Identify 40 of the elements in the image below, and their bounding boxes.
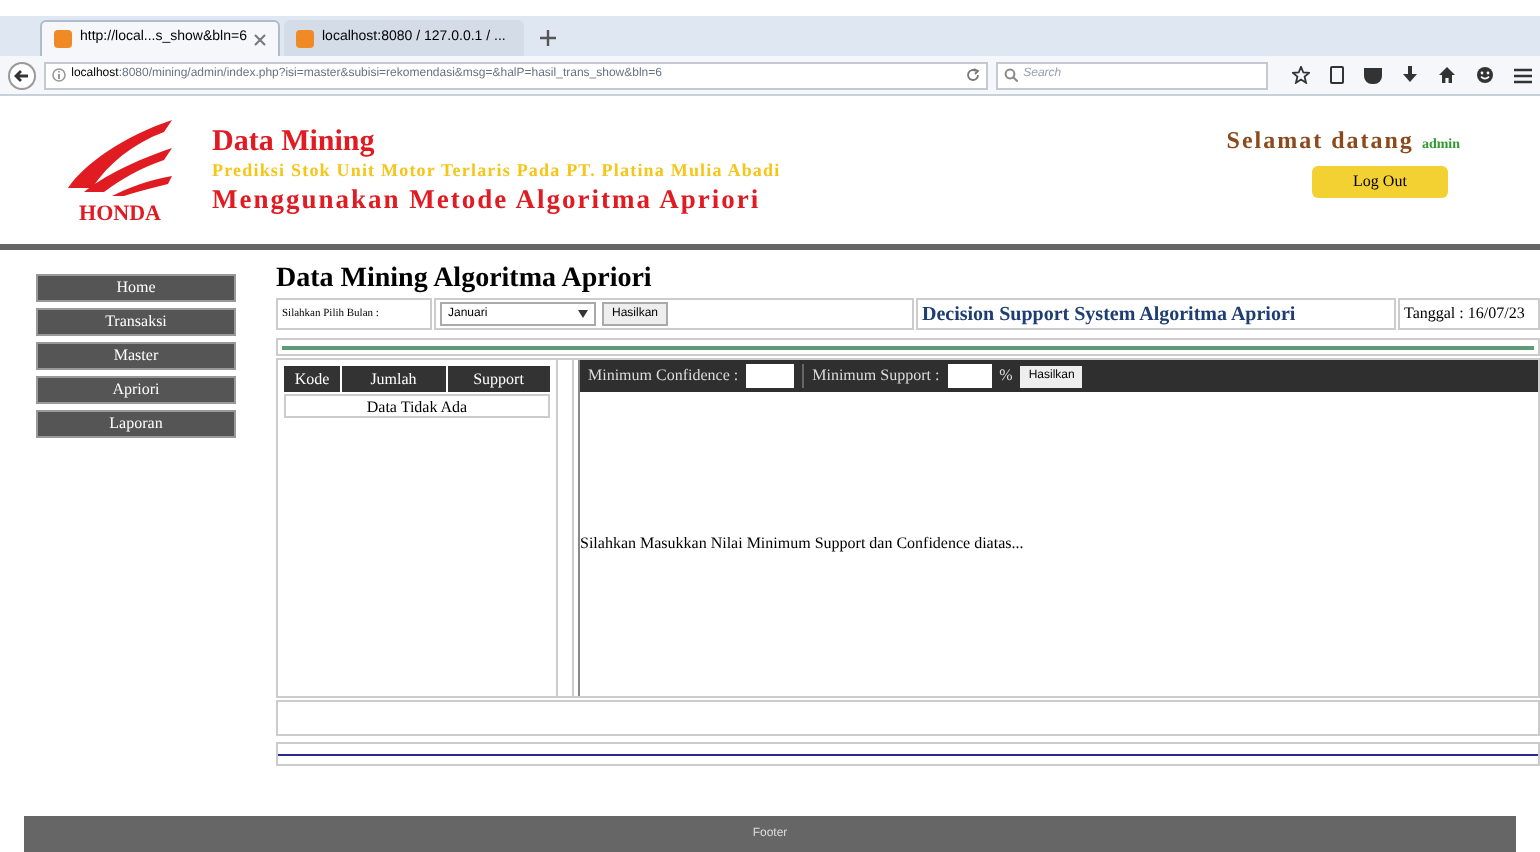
- search-icon: [1003, 68, 1018, 82]
- sidebar-item[interactable]: Master: [36, 342, 236, 370]
- date-text: Tanggal : 16/07/23: [1398, 298, 1540, 330]
- info-icon: [51, 68, 66, 82]
- instruction-text: Silahkan Masukkan Nilai Minimum Support dan Confidence diatas...: [580, 532, 1024, 556]
- support-label: Minimum Support :: [802, 364, 940, 388]
- bookmark-star-icon[interactable]: [1292, 66, 1310, 84]
- logo-text: HONDA: [79, 203, 161, 225]
- download-icon[interactable]: [1402, 66, 1418, 84]
- welcome-text: Selamat datang: [1226, 124, 1414, 158]
- page-heading: Data Mining Algoritma Apriori: [276, 266, 654, 294]
- smiley-icon[interactable]: [1476, 66, 1494, 84]
- home-icon[interactable]: [1438, 66, 1456, 84]
- logout-button[interactable]: Log Out: [1312, 166, 1448, 198]
- sidebar-item[interactable]: Home: [36, 274, 236, 302]
- tab-favicon-icon: [296, 29, 314, 47]
- support-input[interactable]: [947, 364, 992, 388]
- confidence-label: Minimum Confidence :: [588, 364, 739, 388]
- menu-icon[interactable]: [1514, 67, 1532, 83]
- system-title: Decision Support System Algoritma Apriori: [916, 298, 1396, 330]
- sidebar-item[interactable]: Laporan: [36, 410, 236, 438]
- percent-sign: %: [999, 364, 1013, 388]
- shield-icon[interactable]: [1364, 67, 1382, 83]
- sidebar-item[interactable]: Transaksi: [36, 308, 236, 336]
- clipboard-icon[interactable]: [1330, 66, 1344, 84]
- empty-message: Data Tidak Ada: [284, 394, 550, 418]
- sidebar-item[interactable]: Apriori: [36, 376, 236, 404]
- tab-favicon-icon: [54, 30, 72, 48]
- reload-icon[interactable]: [965, 68, 980, 82]
- column-header: Support: [447, 366, 550, 392]
- site-method: Menggunakan Metode Algoritma Apriori: [212, 183, 763, 217]
- confidence-input[interactable]: [746, 364, 795, 388]
- back-icon[interactable]: [8, 61, 36, 89]
- close-icon[interactable]: [254, 33, 266, 45]
- column-header: Kode: [284, 366, 340, 392]
- site-title: Data Mining: [212, 123, 377, 161]
- new-tab-icon[interactable]: [540, 30, 556, 46]
- column-header: Jumlah: [342, 366, 445, 392]
- site-subtitle: Prediksi Stok Unit Motor Terlaris Pada PT. Platina Mulia Abadi: [212, 160, 781, 184]
- dropdown-caret-icon: [578, 310, 588, 318]
